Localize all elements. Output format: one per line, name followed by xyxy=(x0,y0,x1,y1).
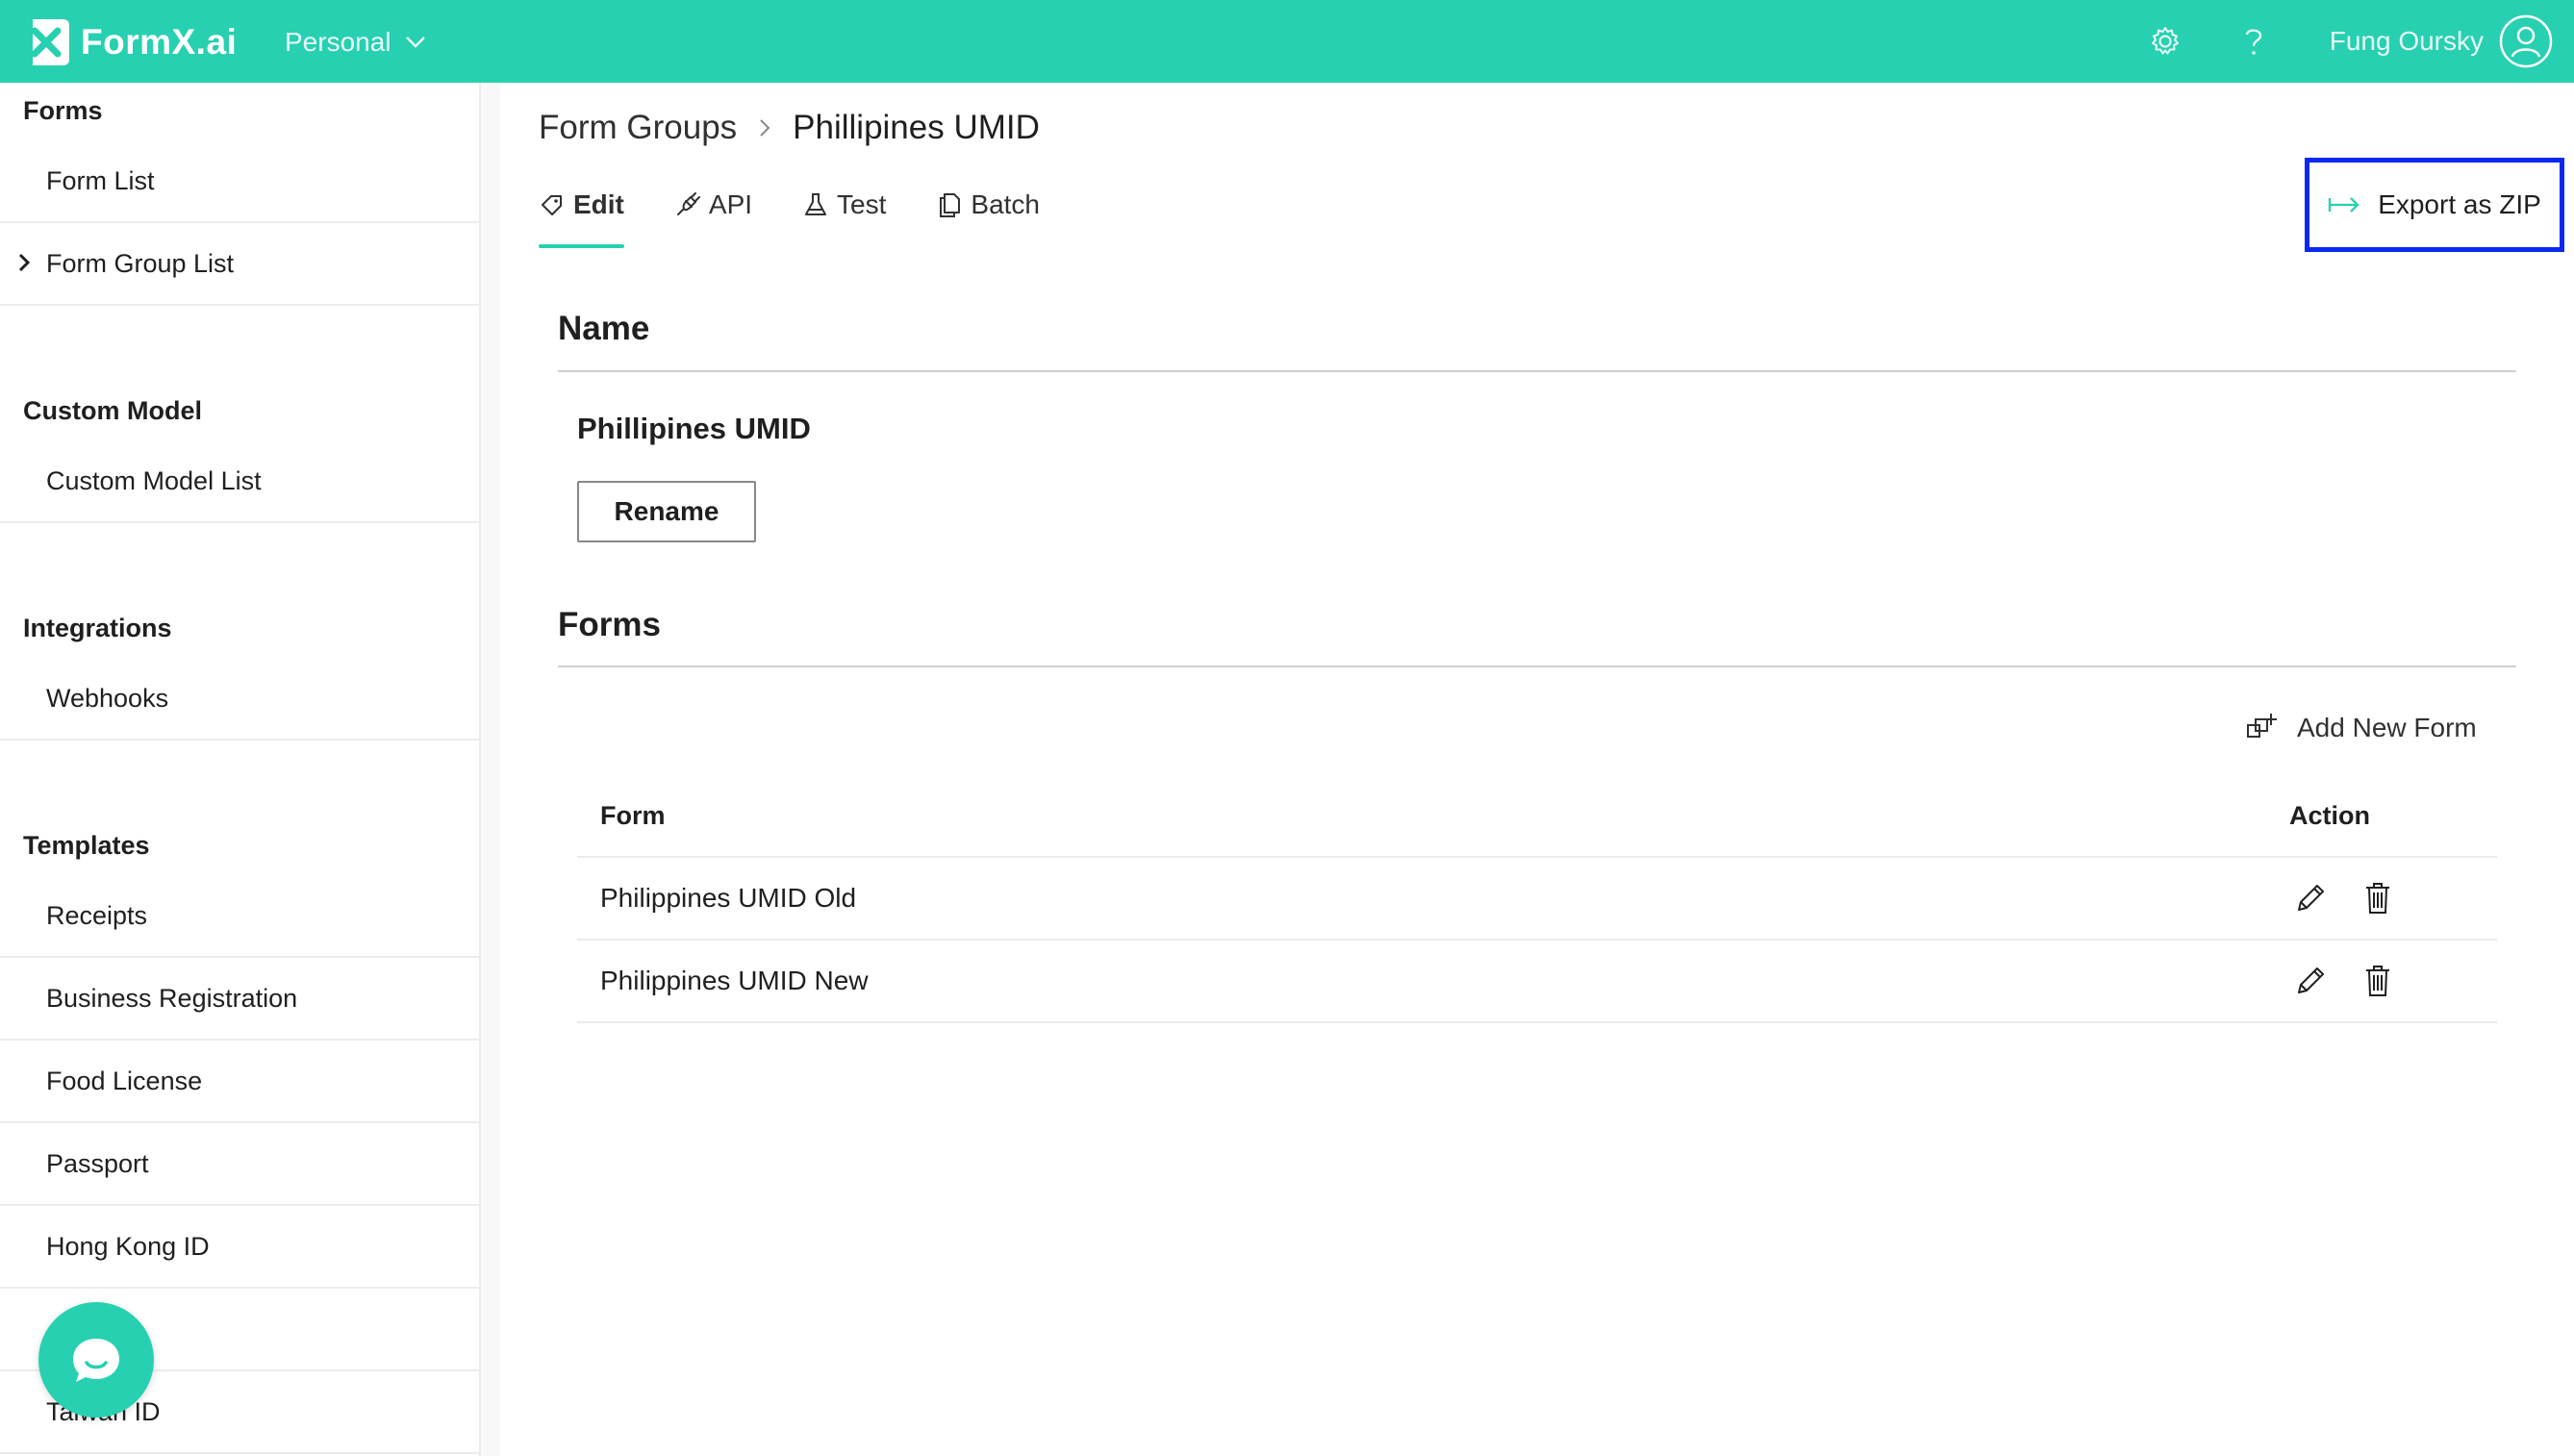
rename-button[interactable]: Rename xyxy=(577,481,756,542)
sidebar-item-custom-model-list[interactable]: Custom Model List xyxy=(0,440,481,523)
chevron-right-icon xyxy=(18,253,31,272)
sidebar-item-label: Webhooks xyxy=(46,683,169,713)
formx-logo-icon xyxy=(23,19,69,65)
export-arrow-icon xyxy=(2329,197,2360,213)
table-row: Philippines UMID New xyxy=(577,941,2497,1023)
sidebar-item-label: Food License xyxy=(46,1066,203,1095)
sidebar-section-forms: Forms xyxy=(23,96,103,125)
copy-icon xyxy=(940,193,961,217)
breadcrumb-form-groups[interactable]: Form Groups xyxy=(539,109,737,147)
tab-label: Batch xyxy=(971,189,1040,219)
forms-table: Form Action Philippines UMID Old Philipp… xyxy=(577,775,2497,1023)
tab-api[interactable]: API xyxy=(674,179,752,231)
sidebar-item-label: Business Registration xyxy=(46,983,298,1013)
user-avatar-icon xyxy=(2499,14,2553,68)
edit-pencil-icon[interactable] xyxy=(2289,960,2332,1002)
chat-widget-button[interactable] xyxy=(38,1302,154,1418)
chat-bubble-icon xyxy=(73,1339,119,1382)
sidebar-item-label: Custom Model List xyxy=(46,465,262,495)
add-new-form-label: Add New Form xyxy=(2297,713,2477,742)
sidebar-item-label: Form List xyxy=(46,165,155,195)
tab-label: API xyxy=(708,189,753,219)
sidebar-item-food-license[interactable]: Food License xyxy=(0,1041,481,1123)
delete-trash-icon[interactable] xyxy=(2357,960,2399,1002)
form-name-cell: Philippines UMID New xyxy=(600,966,869,995)
sidebar-section-custom-model: Custom Model xyxy=(23,396,202,425)
brand-name: FormX.ai xyxy=(81,22,238,62)
plug-icon xyxy=(676,192,700,215)
action-cell xyxy=(2289,960,2497,1002)
flask-icon xyxy=(805,193,827,215)
top-header: FormX.ai Personal Fung Oursky xyxy=(0,0,2574,83)
export-as-zip-button[interactable]: Export as ZIP xyxy=(2305,158,2564,252)
sidebar-item-form-group-list[interactable]: Form Group List xyxy=(0,223,481,306)
name-section-title: Name xyxy=(558,310,650,347)
delete-trash-icon[interactable] xyxy=(2357,877,2399,919)
chevron-down-icon xyxy=(405,37,425,48)
tab-label: Edit xyxy=(573,189,624,219)
breadcrumb-current: Phillipines UMID xyxy=(793,109,1040,146)
tab-batch[interactable]: Batch xyxy=(936,179,1040,231)
sidebar-section-templates: Templates xyxy=(23,831,150,860)
sidebar-item-receipts[interactable]: Receipts xyxy=(0,875,481,958)
action-cell xyxy=(2289,877,2497,919)
sidebar-item-label: Form Group List xyxy=(46,248,235,278)
tab-test[interactable]: Test xyxy=(802,179,886,231)
edit-pencil-icon[interactable] xyxy=(2289,877,2332,919)
sidebar-item-label: Receipts xyxy=(46,900,148,930)
help-icon[interactable] xyxy=(2233,21,2274,62)
column-header-action: Action xyxy=(2289,800,2370,830)
sidebar-gutter xyxy=(481,83,500,1456)
divider xyxy=(558,370,2516,372)
sidebar-item-passport[interactable]: Passport xyxy=(0,1123,481,1206)
table-row: Philippines UMID Old xyxy=(577,858,2497,941)
export-label: Export as ZIP xyxy=(2378,189,2541,219)
sidebar-item-business-registration[interactable]: Business Registration xyxy=(0,958,481,1041)
add-new-form-button[interactable]: Add New Form xyxy=(2245,706,2477,750)
sidebar-item-hong-kong-id[interactable]: Hong Kong ID xyxy=(0,1206,481,1289)
workspace-selector[interactable]: Personal xyxy=(285,23,426,62)
user-name: Fung Oursky xyxy=(2329,26,2484,56)
tab-bar: Edit API Test Batch xyxy=(539,179,1090,248)
form-group-name: Phillipines UMID xyxy=(577,412,811,445)
workspace-label: Personal xyxy=(285,27,391,57)
column-header-form: Form xyxy=(600,800,666,830)
sidebar-item-form-list[interactable]: Form List xyxy=(0,140,481,223)
sidebar-item-webhooks[interactable]: Webhooks xyxy=(0,658,481,741)
forms-section-title: Forms xyxy=(558,606,661,643)
settings-icon[interactable] xyxy=(2145,21,2185,62)
add-form-icon xyxy=(2247,714,2277,738)
chevron-right-icon xyxy=(760,119,770,137)
tab-label: Test xyxy=(837,189,887,219)
tab-edit[interactable]: Edit xyxy=(539,179,624,248)
table-header: Form Action xyxy=(577,775,2497,858)
divider xyxy=(558,665,2516,667)
sidebar-item-label: Passport xyxy=(46,1148,149,1178)
form-name-cell: Philippines UMID Old xyxy=(600,883,857,913)
tag-icon xyxy=(542,195,562,215)
breadcrumb: Form Groups Phillipines UMID xyxy=(539,104,1040,152)
user-menu[interactable]: Fung Oursky xyxy=(2330,13,2553,69)
sidebar-section-integrations: Integrations xyxy=(23,614,172,642)
sidebar-item-label: Hong Kong ID xyxy=(46,1231,210,1261)
brand-logo[interactable]: FormX.ai xyxy=(23,19,237,65)
